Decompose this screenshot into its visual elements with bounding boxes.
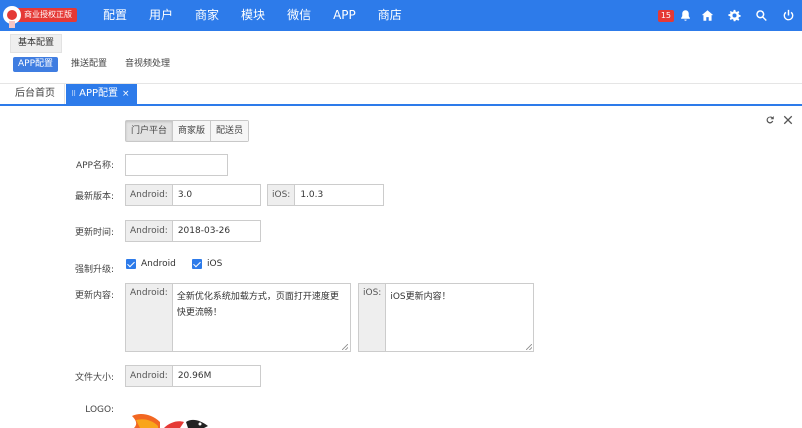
brand-badge[interactable]: 商业授权正版 [3, 5, 77, 28]
page-tab-home[interactable]: 后台首页 [6, 84, 65, 104]
top-icon-group: 15 [657, 0, 802, 31]
app-name-input[interactable] [125, 154, 228, 176]
page-tab-bar: 后台首页 ⠿ APP配置 × [0, 84, 802, 106]
android-content-text: 全新优化系统加载方式，页面打开速度更快更流畅！ [173, 284, 349, 351]
sub-tab-push-config[interactable]: 推送配置 [66, 57, 112, 72]
ios-addon: iOS: [268, 185, 296, 205]
android-content-textarea[interactable]: Android: 全新优化系统加载方式，页面打开速度更快更流畅！ [125, 283, 351, 352]
sub-tab-av-processing[interactable]: 音视频处理 [120, 57, 175, 72]
update-time-value: 2018-03-26 [177, 226, 231, 236]
section-tab-basic-config[interactable]: 基本配置 [10, 34, 63, 53]
android-version-field[interactable]: Android: 3.0 [125, 184, 261, 206]
ios-version-value: 1.0.3 [300, 190, 324, 200]
top-nav-bar: 商业授权正版 配置 用户 商家 模块 微信 APP 商店 15 [0, 0, 802, 31]
nav-item-config[interactable]: 配置 [92, 0, 138, 31]
nav-item-app[interactable]: APP [322, 0, 367, 31]
power-icon[interactable] [775, 0, 802, 31]
update-time-label: 更新时间: [74, 228, 114, 238]
force-ios-checkbox[interactable]: iOS [192, 259, 222, 269]
platform-segmented-control: 门户平台 商家版 配送员 [125, 120, 250, 142]
resize-grip-icon[interactable] [526, 344, 532, 350]
sub-header: 基本配置 APP配置 推送配置 音视频处理 [0, 31, 802, 84]
force-upgrade-label: 强制升级: [74, 265, 114, 275]
segment-delivery-staff[interactable]: 配送员 [211, 121, 249, 141]
app-logo-image[interactable] [130, 410, 220, 428]
page-tab-app-config[interactable]: ⠿ APP配置 × [66, 84, 137, 104]
app-name-label: APP名称: [75, 161, 114, 171]
brand-label: 商业授权正版 [18, 8, 77, 22]
notification-count-badge: 15 [657, 9, 674, 22]
file-size-field[interactable]: Android: 20.96M [125, 365, 261, 387]
ribbon-icon [9, 21, 15, 28]
android-version-value: 3.0 [177, 190, 193, 200]
bell-icon[interactable] [676, 0, 694, 31]
update-content-label: 更新内容: [74, 291, 114, 301]
update-time-field[interactable]: Android: 2018-03-26 [125, 220, 261, 242]
nav-item-users[interactable]: 用户 [138, 0, 184, 31]
segment-portal-platform[interactable]: 门户平台 [126, 121, 174, 141]
nav-item-wechat[interactable]: 微信 [276, 0, 322, 31]
android-content-value: 全新优化系统加载方式，页面打开速度更快更流畅！ [176, 292, 339, 318]
ios-content-textarea[interactable]: iOS: iOS更新内容！ [358, 283, 534, 352]
ios-content-text: iOS更新内容！ [386, 284, 533, 351]
force-android-checkbox[interactable]: Android [126, 259, 176, 269]
sub-tab-bar: APP配置 推送配置 音视频处理 [13, 57, 183, 72]
file-size-value: 20.96M [177, 371, 212, 381]
resize-grip-icon[interactable] [341, 344, 348, 350]
android-addon: Android: [126, 185, 173, 205]
force-ios-label: iOS [207, 259, 223, 269]
segment-merchant-edition[interactable]: 商家版 [173, 121, 212, 141]
gear-icon[interactable] [721, 0, 748, 31]
close-icon[interactable]: × [122, 89, 130, 99]
ios-version-field[interactable]: iOS: 1.0.3 [267, 184, 384, 206]
home-icon[interactable] [694, 0, 721, 31]
main-nav: 配置 用户 商家 模块 微信 APP 商店 [92, 0, 413, 31]
search-icon[interactable] [748, 0, 775, 31]
version-label: 最新版本: [74, 192, 114, 202]
drag-handle-icon[interactable]: ⠿ [71, 90, 76, 98]
refresh-icon[interactable] [763, 113, 777, 127]
force-android-label: Android [141, 259, 176, 269]
ios-addon: iOS: [359, 284, 387, 351]
android-addon: Android: [126, 366, 173, 386]
android-addon: Android: [126, 221, 173, 241]
checkbox-checked-icon [192, 259, 202, 269]
nav-item-store[interactable]: 商店 [367, 0, 413, 31]
file-size-label: 文件大小: [74, 373, 114, 383]
nav-item-merchants[interactable]: 商家 [184, 0, 230, 31]
expand-icon[interactable] [781, 113, 795, 127]
nav-item-modules[interactable]: 模块 [230, 0, 276, 31]
checkbox-checked-icon [126, 259, 136, 269]
ios-content-value: iOS更新内容！ [390, 292, 451, 302]
android-addon: Android: [126, 284, 173, 351]
logo-label: LOGO: [85, 405, 114, 415]
sub-tab-app-config[interactable]: APP配置 [13, 57, 59, 72]
page-tab-label: APP配置 [79, 88, 119, 99]
